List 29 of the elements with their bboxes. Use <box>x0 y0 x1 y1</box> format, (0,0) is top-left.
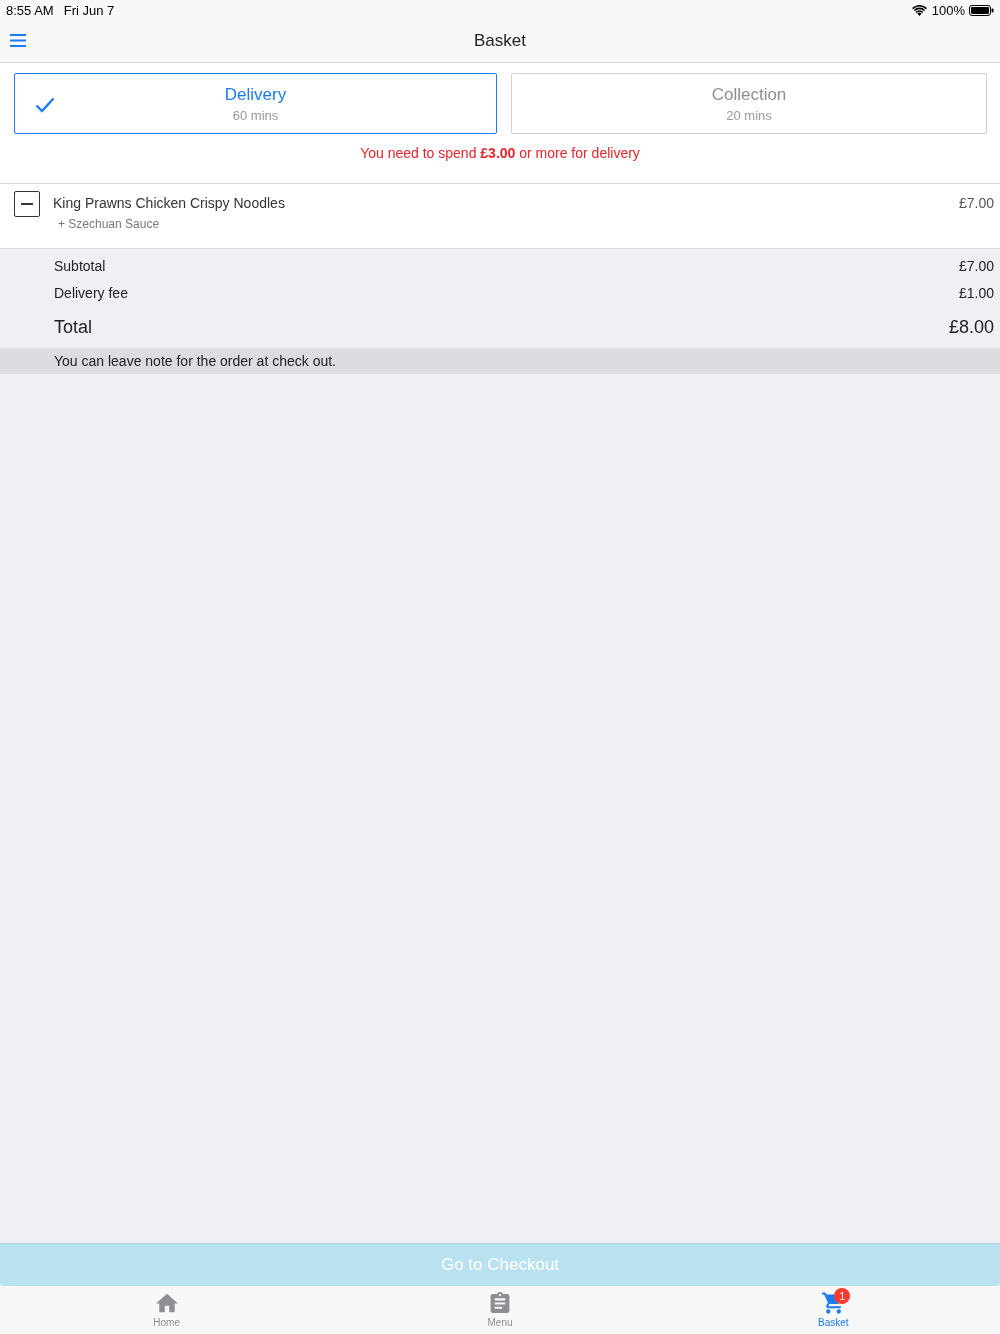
total-value: £8.00 <box>948 316 994 338</box>
total-label: Total <box>54 316 93 338</box>
summary-value: £7.00 <box>958 257 994 274</box>
tab-bar-item[interactable]: Home <box>0 1286 334 1334</box>
summary-label: Subtotal <box>54 257 106 274</box>
order-type-tab[interactable]: Collection 20 mins <box>511 73 987 134</box>
item-name: King Prawns Chicken Crispy Noodles <box>53 194 285 212</box>
tab-bar-item[interactable]: Menu <box>333 1286 667 1334</box>
item-price: £7.00 <box>958 194 994 212</box>
tab-bar-item[interactable]: 1 Basket <box>666 1286 1000 1334</box>
item-option: + Szechuan Sauce <box>58 217 160 232</box>
count-badge: 1 <box>834 1288 851 1304</box>
remove-item-button[interactable] <box>14 191 40 217</box>
check-icon <box>35 97 55 113</box>
status-date: Fri Jun 7 <box>63 2 115 18</box>
battery-percent: 100% <box>931 2 965 18</box>
order-type-tab[interactable]: Delivery 60 mins <box>14 73 497 134</box>
status-time: 8:55 AM <box>6 2 54 18</box>
menu-icon[interactable] <box>10 34 26 47</box>
battery-icon <box>969 4 994 16</box>
clipboard-icon <box>489 1292 511 1314</box>
minimum-spend-notice: You need to spend £3.00 or more for delivery <box>359 145 641 162</box>
minus-icon <box>21 203 33 205</box>
nav-title: Basket <box>474 31 526 51</box>
home-icon <box>155 1292 178 1314</box>
summary-label: Delivery fee <box>54 284 128 301</box>
note-text: You can leave note for the order at check out. <box>54 353 336 369</box>
wifi-icon <box>911 4 927 16</box>
summary-value: £1.00 <box>958 284 994 301</box>
